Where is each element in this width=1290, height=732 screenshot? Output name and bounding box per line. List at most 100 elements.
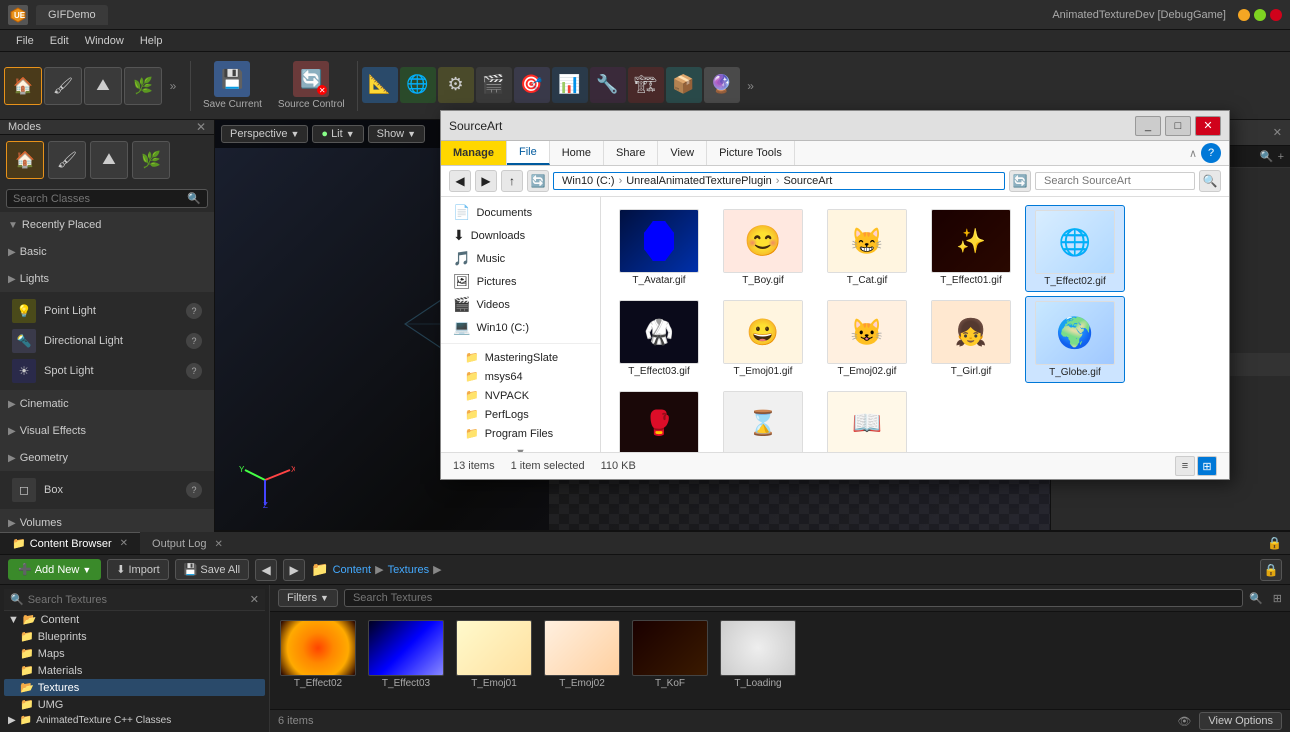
folder-search-clear[interactable]: ✕ bbox=[250, 593, 259, 606]
fe-tab-home[interactable]: Home bbox=[550, 141, 604, 165]
fe-file-T_Avatar_gif[interactable]: T_Avatar.gif bbox=[609, 205, 709, 292]
save-all-button[interactable]: 💾 Save All bbox=[175, 559, 249, 580]
tab-output-log[interactable]: Output Log ✕ bbox=[140, 533, 235, 554]
fe-minimize-btn[interactable]: _ bbox=[1135, 116, 1161, 136]
toolbar-icon-3[interactable]: ⚙ bbox=[438, 67, 474, 103]
mode-paint[interactable]: 🖌 bbox=[48, 141, 86, 179]
menu-window[interactable]: Window bbox=[77, 33, 132, 49]
panel-item-info-1[interactable]: ? bbox=[186, 303, 202, 319]
content-browser-close[interactable]: ✕ bbox=[120, 538, 128, 549]
fe-file-T_KoF_gif[interactable]: 🥊 T_KoF.gif bbox=[609, 387, 709, 452]
toolbar-icon-5[interactable]: 🎯 bbox=[514, 67, 550, 103]
fe-sidebar-documents[interactable]: 📄 Documents bbox=[441, 201, 600, 224]
panel-item-geo1[interactable]: ◻ Box ? bbox=[4, 475, 210, 505]
fe-tab-view[interactable]: View bbox=[658, 141, 707, 165]
toolbar-icon-10[interactable]: 🔮 bbox=[704, 67, 740, 103]
folder-maps[interactable]: 📁 Maps bbox=[4, 645, 265, 662]
tab-content-browser[interactable]: 📁 Content Browser ✕ bbox=[0, 532, 140, 554]
path-content[interactable]: Content bbox=[333, 564, 372, 576]
paint-mode-btn[interactable]: 🖌 bbox=[44, 67, 82, 105]
panel-item-info-3[interactable]: ? bbox=[186, 363, 202, 379]
fe-sidebar-music[interactable]: 🎵 Music bbox=[441, 247, 600, 270]
toolbar-icon-1[interactable]: 📐 bbox=[362, 67, 398, 103]
fe-search-btn[interactable]: 🔍 bbox=[1199, 170, 1221, 192]
menu-file[interactable]: File bbox=[8, 33, 42, 49]
fe-sidebar-downloads[interactable]: ⬇ Downloads bbox=[441, 224, 600, 247]
fe-up-btn[interactable]: ↑ bbox=[501, 170, 523, 192]
fe-tab-file[interactable]: File bbox=[507, 141, 550, 165]
fe-addr-refresh[interactable]: 🔄 bbox=[1009, 170, 1031, 192]
asset-item-t_effect03[interactable]: T_Effect03 bbox=[366, 620, 446, 689]
folder-umg[interactable]: 📁 UMG bbox=[4, 696, 265, 713]
folder-cpp-classes[interactable]: ▶ 📁 AnimatedTexture C++ Classes bbox=[4, 713, 265, 728]
fe-list-view-btn[interactable]: ≡ bbox=[1175, 456, 1195, 476]
close-button[interactable] bbox=[1270, 9, 1282, 21]
path-textures[interactable]: Textures bbox=[388, 564, 430, 576]
panel-item-info-geo1[interactable]: ? bbox=[186, 482, 202, 498]
search-classes-input[interactable] bbox=[13, 193, 187, 205]
more-modes-btn[interactable]: » bbox=[164, 67, 182, 105]
place-mode-btn[interactable]: 🏠 bbox=[4, 67, 42, 105]
fe-folder-nvpack[interactable]: 📁 NVPACK bbox=[441, 386, 600, 405]
panel-item-info-2[interactable]: ? bbox=[186, 333, 202, 349]
recently-placed-header[interactable]: ▼ Recently Placed bbox=[0, 212, 214, 238]
basic-header[interactable]: ▶ Basic bbox=[0, 239, 214, 265]
fe-close-btn[interactable]: ✕ bbox=[1195, 116, 1221, 136]
toolbar-icon-7[interactable]: 🔧 bbox=[590, 67, 626, 103]
perspective-btn[interactable]: Perspective ▼ bbox=[221, 125, 308, 143]
panel-item-light1[interactable]: 💡 Point Light ? bbox=[4, 296, 210, 326]
asset-item-t_loading[interactable]: T_Loading bbox=[718, 620, 798, 689]
fe-file-T_Effect03_gif[interactable]: 🥋 T_Effect03.gif bbox=[609, 296, 709, 383]
fe-sidebar-win10[interactable]: 💻 Win10 (C:) bbox=[441, 316, 600, 339]
asset-item-t_emoj01[interactable]: T_Emoj01 bbox=[454, 620, 534, 689]
toolbar-icon-2[interactable]: 🌐 bbox=[400, 67, 436, 103]
mode-foliage[interactable]: 🌿 bbox=[132, 141, 170, 179]
menu-edit[interactable]: Edit bbox=[42, 33, 77, 49]
lock-btn[interactable]: 🔒 bbox=[1259, 532, 1290, 554]
folder-blueprints[interactable]: 📁 Blueprints bbox=[4, 628, 265, 645]
add-outliner-btn[interactable]: + bbox=[1278, 151, 1284, 163]
view-options-btn[interactable]: View Options bbox=[1199, 712, 1282, 730]
toolbar-icon-8[interactable]: 🏗 bbox=[628, 67, 664, 103]
output-log-close[interactable]: ✕ bbox=[214, 539, 222, 550]
source-control-btn[interactable]: 🔄 ✕ Source Control bbox=[270, 57, 353, 114]
add-new-button[interactable]: ➕ Add New ▼ bbox=[8, 559, 101, 580]
folder-search-input[interactable] bbox=[28, 594, 246, 606]
menu-help[interactable]: Help bbox=[132, 33, 171, 49]
asset-item-t_kof[interactable]: T_KoF bbox=[630, 620, 710, 689]
fe-sidebar-pictures[interactable]: 🖼 Pictures bbox=[441, 270, 600, 293]
fe-file-T_Boy_gif[interactable]: 😊 T_Boy.gif bbox=[713, 205, 813, 292]
fe-ribbon-collapse[interactable]: ∧ ? bbox=[1181, 141, 1229, 165]
maximize-button[interactable] bbox=[1254, 9, 1266, 21]
fe-folder-program-files[interactable]: 📁 Program Files bbox=[441, 424, 600, 443]
geometry-header[interactable]: ▶ Geometry bbox=[0, 445, 214, 471]
fe-file-T_Effect02_gif[interactable]: 🌐 T_Effect02.gif bbox=[1025, 205, 1125, 292]
save-current-btn[interactable]: 💾 Save Current bbox=[195, 57, 270, 114]
fe-refresh-btn[interactable]: 🔄 bbox=[527, 170, 549, 192]
panel-item-light2[interactable]: 🔦 Directional Light ? bbox=[4, 326, 210, 356]
fe-file-T_Loading_gif[interactable]: ⌛ T_Loading.gif bbox=[713, 387, 813, 452]
fe-file-T_Cat_gif[interactable]: 😸 T_Cat.gif bbox=[817, 205, 917, 292]
fe-folder-perflogs[interactable]: 📁 PerfLogs bbox=[441, 405, 600, 424]
fe-tab-share[interactable]: Share bbox=[604, 141, 658, 165]
fe-file-T_Emoj01_gif[interactable]: 😀 T_Emoj01.gif bbox=[713, 296, 813, 383]
panel-item-light3[interactable]: ☀ Spot Light ? bbox=[4, 356, 210, 386]
back-btn[interactable]: ◀ bbox=[255, 559, 277, 581]
asset-item-t_emoj02[interactable]: T_Emoj02 bbox=[542, 620, 622, 689]
cinematic-header[interactable]: ▶ Cinematic bbox=[0, 391, 214, 417]
lit-btn[interactable]: ● Lit ▼ bbox=[312, 125, 363, 143]
forward-btn[interactable]: ▶ bbox=[283, 559, 305, 581]
import-button[interactable]: ⬇ Import bbox=[107, 559, 168, 580]
fe-file-T_Emoj02_gif[interactable]: 😺 T_Emoj02.gif bbox=[817, 296, 917, 383]
mode-landscape[interactable]: ⛰ bbox=[90, 141, 128, 179]
app-tab[interactable]: GIFDemo bbox=[36, 5, 108, 25]
asset-item-t_effect02[interactable]: T_Effect02 bbox=[278, 620, 358, 689]
modes-close-btn[interactable]: ✕ bbox=[196, 120, 206, 134]
folder-materials[interactable]: 📁 Materials bbox=[4, 662, 265, 679]
filters-button[interactable]: Filters ▼ bbox=[278, 589, 338, 607]
fe-folder-msys64[interactable]: 📁 msys64 bbox=[441, 367, 600, 386]
fe-file-T_Girl_gif[interactable]: 👧 T_Girl.gif bbox=[921, 296, 1021, 383]
fe-forward-btn[interactable]: ▶ bbox=[475, 170, 497, 192]
folder-content[interactable]: ▼ 📂 Content bbox=[4, 611, 265, 628]
fe-maximize-btn[interactable]: □ bbox=[1165, 116, 1191, 136]
